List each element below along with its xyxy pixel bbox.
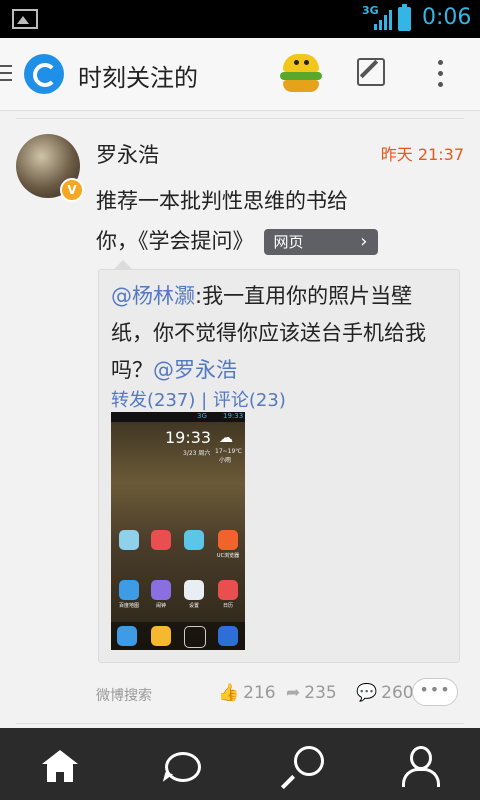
post-footer: 微博搜索 👍 216 ➦ 235 💬 260 ••• — [96, 678, 464, 711]
app-icon — [184, 626, 206, 648]
repost-button[interactable]: ➦ 235 — [286, 683, 337, 703]
image-date: 3/23 周六 — [183, 450, 211, 457]
app-label: 百度地图 — [118, 603, 139, 609]
feed-card[interactable]: V 罗永浩 昨天 21:37 推荐一本批判性思维的书给 你，《学会提问》 网页 › … — [16, 118, 464, 724]
post-time: 昨天 21:37 — [380, 145, 464, 164]
app-icon — [151, 530, 171, 550]
sticker-icon[interactable] — [280, 52, 322, 96]
post-text: 推荐一本批判性思维的书给 你，《学会提问》 网页 › — [96, 181, 426, 261]
image-dock — [111, 622, 245, 650]
app-label: 闹钟 — [155, 603, 166, 609]
search-icon[interactable] — [240, 728, 360, 800]
app-icon — [119, 530, 139, 550]
mention-link[interactable]: @罗永浩 — [153, 358, 237, 382]
retweet-stats[interactable]: 转发(237) | 评论(23) — [111, 386, 286, 412]
like-icon: 👍 — [218, 683, 240, 703]
app-icon — [119, 580, 139, 600]
app-icon — [218, 580, 238, 600]
app-label: 设置 — [188, 603, 199, 609]
weibo-logo-icon[interactable] — [24, 54, 64, 94]
app-icon — [151, 626, 171, 646]
chevron-right-icon: › — [360, 231, 368, 252]
menu-icon[interactable] — [0, 65, 12, 83]
home-icon[interactable] — [0, 728, 120, 800]
retweet-box[interactable]: @杨林灏:我一直用你的照片当壁纸，你不觉得你应该送台手机给我吗？@罗永浩 转发(… — [98, 260, 460, 663]
status-bar: 3G 0:06 — [0, 0, 480, 38]
profile-icon[interactable] — [360, 728, 480, 800]
comment-button[interactable]: 💬 260 — [356, 683, 414, 703]
app-icon — [218, 530, 238, 550]
post-text-line-1: 推荐一本批判性思维的书给 — [96, 189, 348, 213]
author-name[interactable]: 罗永浩 — [96, 139, 159, 169]
post-text-line-2: 你，《学会提问》 网页 › — [96, 221, 426, 261]
post-source: 微博搜索 — [96, 688, 152, 704]
app-header: 时刻关注的 — [0, 38, 480, 111]
app-icon — [117, 626, 137, 646]
more-button[interactable]: ••• — [412, 678, 458, 706]
verified-badge-icon: V — [60, 178, 84, 202]
app-icon — [218, 626, 238, 646]
cloud-icon: ☁ — [219, 430, 233, 446]
image-status-bar: 3G 19:33 — [111, 412, 245, 422]
status-time: 0:06 — [422, 5, 472, 30]
signal-icon — [374, 8, 392, 30]
message-icon[interactable] — [120, 728, 240, 800]
app-label: UC浏览器 — [216, 553, 240, 559]
app-icon — [184, 530, 204, 550]
compose-icon[interactable] — [357, 58, 385, 86]
mention-link[interactable]: @杨林灏 — [111, 284, 195, 308]
repost-icon: ➦ — [286, 683, 301, 703]
battery-icon — [398, 4, 411, 31]
like-button[interactable]: 👍 216 — [218, 683, 276, 703]
app-icon — [184, 580, 204, 600]
retweet-text: @杨林灏:我一直用你的照片当壁纸，你不觉得你应该送台手机给我吗？@罗永浩 — [111, 284, 426, 382]
comment-icon: 💬 — [356, 683, 378, 703]
more-icon[interactable] — [438, 60, 444, 93]
page-title[interactable]: 时刻关注的 — [78, 58, 198, 93]
app-icon — [151, 580, 171, 600]
image-weather-place: 小雨 — [219, 457, 232, 464]
bottom-nav — [0, 728, 480, 800]
retweet-image[interactable]: 3G 19:33 19:33 3/23 周六 ☁ 17~19℃ 小雨 UC浏览器… — [111, 412, 245, 650]
web-link-tag[interactable]: 网页 › — [263, 229, 378, 255]
image-notification-icon — [12, 9, 38, 29]
image-clock: 19:33 — [165, 428, 212, 447]
app-label: 日历 — [222, 603, 233, 609]
image-weather-temp: 17~19℃ — [215, 448, 243, 455]
